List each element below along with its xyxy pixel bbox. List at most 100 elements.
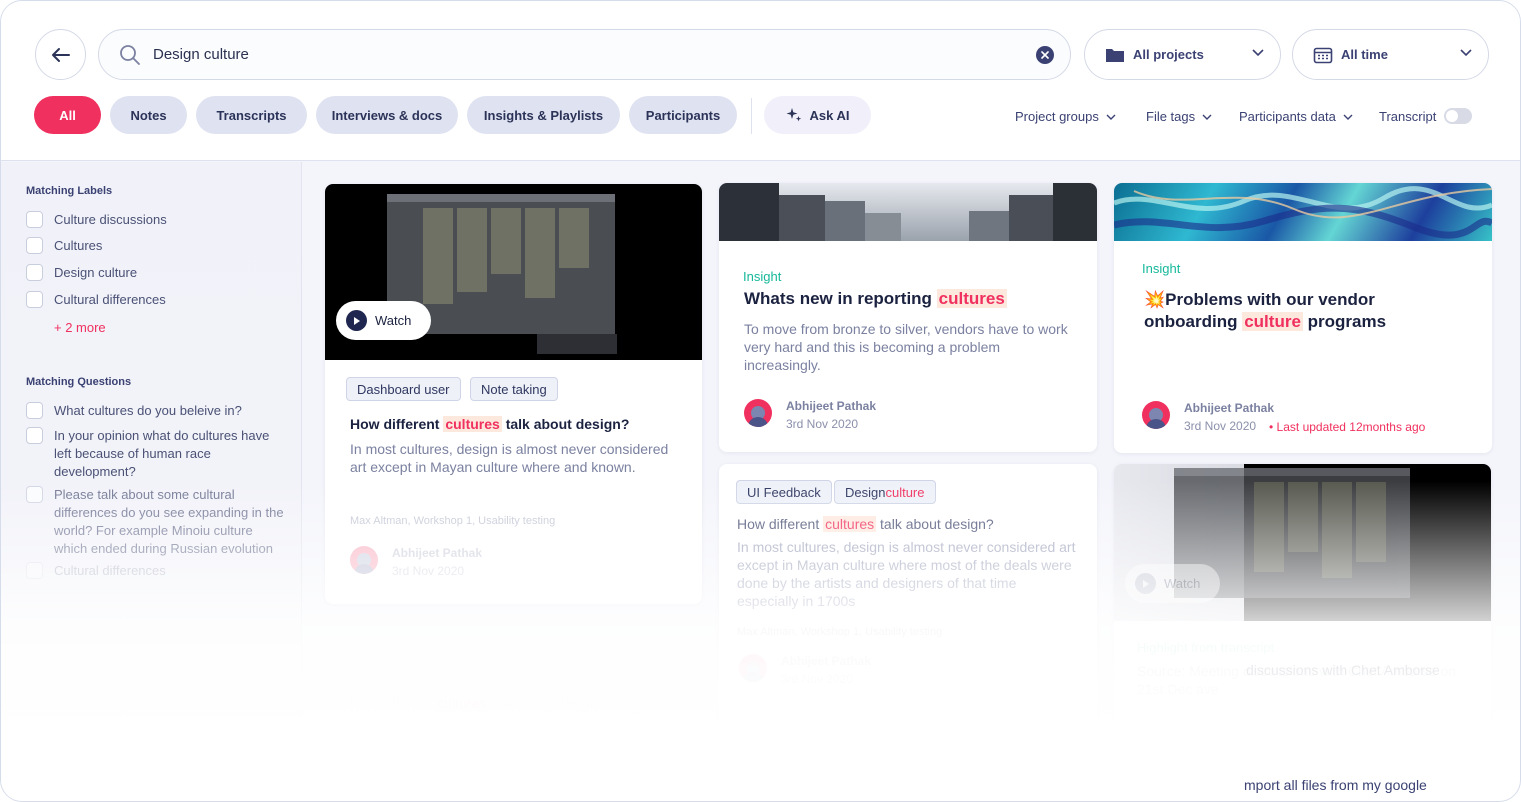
question-option-text: Cultural differences (54, 563, 166, 578)
participants-data-filter[interactable]: Participants data (1239, 109, 1353, 124)
note-meta: Max Altman, Workshop 1, Usability testin… (737, 626, 943, 638)
label-option-text: Culture discussions (54, 212, 167, 227)
search-bar[interactable] (98, 29, 1071, 80)
insight-title[interactable]: 💥Problems with our vendor onboarding cul… (1144, 289, 1464, 333)
checkbox[interactable] (26, 427, 43, 444)
checkbox[interactable] (26, 211, 43, 228)
collision-icon: 💥 (1144, 290, 1166, 309)
checkbox[interactable] (26, 402, 43, 419)
project-groups-label: Project groups (1015, 109, 1099, 124)
last-updated-value: Last updated 12months ago (1276, 420, 1426, 434)
label-option[interactable]: Culture discussions (26, 211, 296, 229)
transcript-filter-label: Transcript (1379, 109, 1437, 124)
label-option[interactable]: Cultural differences (26, 291, 296, 309)
project-groups-filter[interactable]: Project groups (1015, 109, 1116, 124)
question-option-text: Please talk about some cultural differen… (54, 487, 284, 556)
label-option[interactable]: Cultures (26, 237, 296, 255)
tab-all[interactable]: All (34, 96, 101, 134)
title-text: programs (1302, 312, 1387, 331)
tag-chip[interactable]: Note taking (470, 377, 558, 401)
tab-participants[interactable]: Participants (629, 96, 737, 134)
label-option-text: Cultural differences (54, 292, 166, 307)
title-text: talk about design? (488, 695, 606, 711)
question-option-text: What cultures do you beleive in? (54, 403, 242, 418)
tag-chip[interactable]: Dashboard user (346, 377, 461, 401)
insight-date: 3rd Nov 2020 (786, 417, 859, 431)
checkbox[interactable] (26, 291, 43, 308)
play-icon (346, 310, 367, 331)
insight-date: 3rd Nov 2020 (1184, 419, 1257, 433)
label-option[interactable]: Design culture (26, 264, 296, 282)
question-option[interactable]: In your opinion what do cultures have le… (26, 427, 291, 481)
ask-ai-button[interactable]: Ask AI (764, 96, 871, 134)
title-highlight: cultures (435, 695, 489, 711)
avatar (744, 399, 772, 427)
title-text: talk about design? (501, 416, 630, 432)
last-updated-text: • Last updated 12months ago (1269, 420, 1426, 434)
transcript-toggle[interactable] (1444, 108, 1472, 124)
search-input[interactable] (153, 46, 1013, 63)
note-card[interactable]: Watch Dashboard user Note taking How dif… (325, 184, 702, 604)
checkbox[interactable] (26, 237, 43, 254)
watch-label: Watch (1164, 576, 1201, 591)
show-more-labels-link[interactable]: + 2 more (54, 320, 106, 335)
checkbox[interactable] (26, 486, 43, 503)
tag-highlight: culture (885, 484, 925, 500)
author-name: Abhijeet Pathak (781, 654, 872, 668)
insight-card[interactable]: Insight Whats new in reporting cultures … (719, 183, 1097, 452)
label-option-text: Design culture (54, 265, 138, 280)
title-text: How different (350, 416, 444, 432)
projects-dropdown[interactable]: All projects (1084, 29, 1281, 80)
tag-chip[interactable]: UI Feedback (736, 480, 832, 504)
video-thumbnail[interactable]: Watch (325, 184, 702, 360)
clear-search-button[interactable] (1036, 46, 1054, 64)
title-text: How different (737, 516, 824, 532)
participants-data-label: Participants data (1239, 109, 1336, 124)
note-card[interactable]: UI Feedback Design culture How different… (719, 464, 1097, 744)
note-title[interactable]: How different cultures talk about design… (349, 695, 606, 711)
chevron-down-icon (1106, 114, 1116, 120)
insight-body: To move from bronze to silver, vendors h… (744, 321, 1068, 373)
webcam-strip (537, 334, 617, 354)
note-meta: Max Altman, Workshop 1, Usability testin… (350, 515, 556, 527)
back-button[interactable] (35, 29, 86, 80)
tag-chip[interactable]: Design culture (834, 480, 936, 504)
checkbox[interactable] (26, 562, 43, 579)
watch-button[interactable]: Watch (336, 301, 431, 340)
label-option-text: Cultures (54, 238, 103, 253)
question-option[interactable]: Cultural differences (26, 562, 296, 580)
avatar (350, 546, 378, 574)
projects-dropdown-label: All projects (1133, 47, 1204, 62)
watch-button[interactable]: Watch (1125, 564, 1220, 603)
transcript-card[interactable]: Watch Highlight from transcript Source: … (1114, 464, 1491, 724)
footer-snippet: mport all files from my google (1244, 777, 1427, 793)
tab-interviews-docs[interactable]: Interviews & docs (316, 96, 458, 134)
insight-card[interactable]: Insight 💥Problems with our vendor onboar… (1114, 183, 1492, 453)
chevron-down-icon (1202, 114, 1212, 120)
tag-text: Design (845, 484, 886, 500)
tab-transcripts[interactable]: Transcripts (196, 96, 307, 134)
note-title[interactable]: How different cultures talk about design… (737, 516, 994, 532)
ask-ai-label: Ask AI (809, 107, 850, 123)
time-dropdown[interactable]: All time (1292, 29, 1489, 80)
file-tags-filter[interactable]: File tags (1146, 109, 1212, 124)
checkbox[interactable] (26, 264, 43, 281)
chevron-down-icon (1460, 49, 1472, 57)
sidebar: Matching Labels Culture discussions Cult… (1, 162, 302, 801)
question-option[interactable]: Please talk about some cultural differen… (26, 486, 291, 558)
question-option[interactable]: What cultures do you beleive in? (26, 402, 296, 420)
note-title[interactable]: How different cultures talk about design… (350, 416, 629, 432)
title-text: Whats new in reporting (744, 289, 937, 308)
author-name: Abhijeet Pathak (392, 546, 483, 560)
insight-title[interactable]: Whats new in reporting cultures (744, 288, 1084, 310)
insight-type-label: Insight (1142, 261, 1181, 276)
tab-notes[interactable]: Notes (110, 96, 187, 134)
folder-icon (1106, 48, 1124, 62)
header: All projects All time All Notes Transcri… (1, 1, 1520, 161)
video-thumbnail[interactable]: Watch (1114, 464, 1491, 621)
watch-label: Watch (375, 313, 412, 328)
question-option-text: In your opinion what do cultures have le… (54, 428, 270, 479)
note-body: In most cultures, design is almost never… (350, 441, 669, 475)
tab-insights-playlists[interactable]: Insights & Playlists (467, 96, 620, 134)
sparkle-icon (786, 108, 801, 122)
